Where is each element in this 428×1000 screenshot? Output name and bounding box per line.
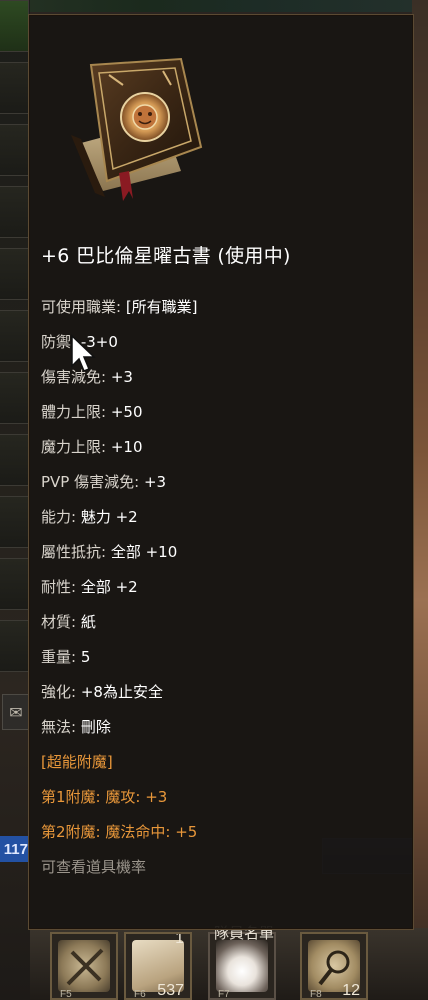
stat-value: +8為止安全	[80, 683, 163, 701]
background-top	[30, 0, 412, 12]
hotbar-key-label: F6	[134, 989, 146, 1000]
book-icon	[63, 51, 205, 207]
stat-value: 全部 +2	[80, 578, 138, 596]
stat-list: 可使用職業: [所有職業] 防禦: -3+0 傷害減免: +3 體力上限: +5…	[41, 295, 198, 890]
hotbar-slot-f5[interactable]: F5	[50, 932, 118, 1000]
party-icon	[216, 940, 268, 992]
enchant-key: 第1附魔:	[41, 788, 106, 806]
stat-row: 屬性抵抗: 全部 +10	[41, 540, 198, 575]
stat-key: 可使用職業:	[41, 298, 126, 316]
stat-key: 重量:	[41, 648, 81, 666]
hotbar-key-label: F8	[310, 989, 322, 1000]
hotbar-key-label: F7	[218, 989, 230, 1000]
stat-row: 重量: 5	[41, 645, 198, 680]
stat-row: PVP 傷害減免: +3	[41, 470, 198, 505]
inventory-cell[interactable]	[0, 620, 29, 672]
inventory-cell[interactable]	[0, 248, 29, 300]
probability-link[interactable]: 可查看道具機率	[41, 855, 198, 890]
enchant-value: 魔攻: +3	[105, 788, 168, 806]
hotbar-top-count: 1	[175, 932, 184, 947]
stat-value: +10	[110, 438, 143, 456]
stat-value: 紙	[80, 613, 96, 631]
stat-row: 耐性: 全部 +2	[41, 575, 198, 610]
inventory-cell[interactable]	[0, 0, 29, 52]
stat-row: 防禦: -3+0	[41, 330, 198, 365]
stat-row: 無法: 刪除	[41, 715, 198, 750]
stat-key: 無法:	[41, 718, 81, 736]
stat-key: 強化:	[41, 683, 81, 701]
stat-row: 傷害減免: +3	[41, 365, 198, 400]
stat-value: [所有職業]	[125, 298, 198, 316]
sword-icon	[58, 940, 110, 992]
stat-row: 材質: 紙	[41, 610, 198, 645]
inventory-cell[interactable]	[0, 186, 29, 238]
stat-value: 全部 +10	[110, 543, 178, 561]
enchant-value: 魔法命中: +5	[105, 823, 198, 841]
stat-value: +3	[110, 368, 133, 386]
stat-key: 耐性:	[41, 578, 81, 596]
stat-row: 強化: +8為止安全	[41, 680, 198, 715]
stat-value: 魅力 +2	[80, 508, 138, 526]
stat-key: 體力上限:	[41, 403, 111, 421]
stat-key: 屬性抵抗:	[41, 543, 111, 561]
enchant-key: 第2附魔:	[41, 823, 106, 841]
stat-row: 可使用職業: [所有職業]	[41, 295, 198, 330]
inventory-cell[interactable]	[0, 434, 29, 486]
hotbar-slot-f8[interactable]: F8 12	[300, 932, 368, 1000]
cursor-icon	[71, 334, 96, 372]
item-tooltip: +6 巴比倫星曜古書 (使用中) 可使用職業: [所有職業] 防禦: -3+0 …	[28, 14, 414, 930]
enchant-row: 第2附魔: 魔法命中: +5	[41, 820, 198, 855]
stat-value: +50	[110, 403, 143, 421]
stat-value: +3	[143, 473, 167, 491]
stat-value: 刪除	[80, 718, 111, 736]
inventory-cell[interactable]	[0, 372, 29, 424]
hotbar-item-count: 12	[342, 982, 360, 999]
stat-key: PVP 傷害減免:	[41, 473, 144, 491]
inventory-cell[interactable]	[0, 124, 29, 176]
hotbar-key-label: F5	[60, 989, 72, 1000]
inventory-cell[interactable]	[0, 62, 29, 114]
enchant-header-text: [超能附魔]	[41, 753, 113, 771]
inventory-cell[interactable]	[0, 558, 29, 610]
inventory-cell[interactable]	[0, 310, 29, 362]
background-right	[412, 0, 428, 1000]
item-name: +6 巴比倫星曜古書 (使用中)	[41, 245, 291, 267]
stat-row: 魔力上限: +10	[41, 435, 198, 470]
stat-key: 能力:	[41, 508, 81, 526]
stat-value: 5	[80, 648, 91, 666]
mail-icon[interactable]: ✉	[2, 694, 30, 730]
inventory-cell[interactable]	[0, 496, 29, 548]
hotbar-slot-f6[interactable]: 1 F6 537	[124, 932, 192, 1000]
enchant-header: [超能附魔]	[41, 750, 198, 785]
stat-row: 能力: 魅力 +2	[41, 505, 198, 540]
stat-key: 魔力上限:	[41, 438, 111, 456]
probability-link-text[interactable]: 可查看道具機率	[41, 858, 146, 876]
stat-key: 材質:	[41, 613, 81, 631]
hp-tag: 117	[0, 836, 30, 862]
hotbar-item-count: 537	[157, 982, 184, 999]
stat-row: 體力上限: +50	[41, 400, 198, 435]
enchant-row: 第1附魔: 魔攻: +3	[41, 785, 198, 820]
